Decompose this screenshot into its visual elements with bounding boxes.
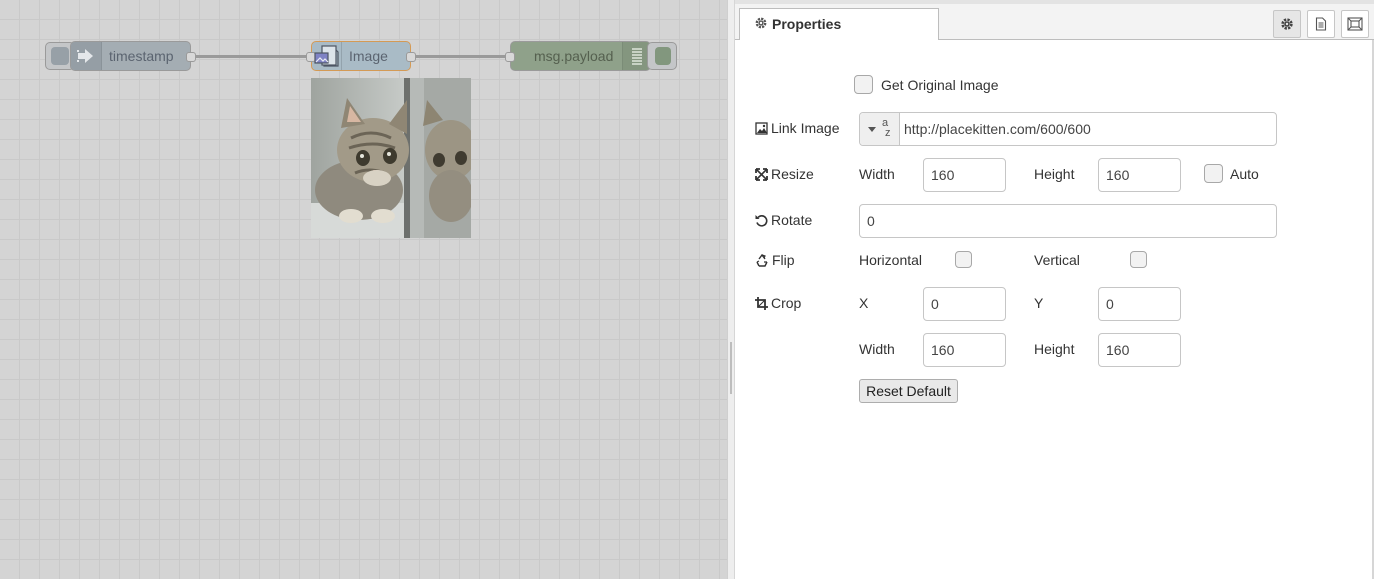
crop-height-input[interactable] (1098, 333, 1181, 367)
output-port[interactable] (186, 52, 196, 62)
image-file-icon (312, 42, 342, 70)
panel-tab-bar: Properties (735, 0, 1374, 40)
flip-vertical-label: Vertical (1034, 252, 1080, 268)
debug-node[interactable]: msg.payload (505, 41, 651, 71)
crop-height-label: Height (1034, 341, 1075, 357)
frame-icon (1347, 17, 1363, 31)
appearance-tab-button[interactable] (1341, 10, 1369, 38)
recycle-icon (756, 253, 768, 267)
input-type-selector[interactable]: a z (860, 113, 900, 145)
crop-x-input[interactable] (923, 287, 1006, 321)
crop-width-label: Width (859, 341, 895, 357)
resize-auto-checkbox[interactable] (1204, 164, 1223, 183)
inject-node-label: timestamp (109, 48, 174, 64)
splitter-grip[interactable] (730, 342, 732, 394)
image-node-label: Image (349, 48, 388, 64)
tab-properties-label: Properties (772, 16, 842, 32)
flip-label: Flip (755, 252, 795, 268)
expand-icon (755, 168, 768, 181)
link-image-label: Link Image (755, 120, 839, 136)
panel-splitter[interactable] (727, 0, 735, 579)
inject-node[interactable]: timestamp (70, 41, 196, 71)
crop-icon (755, 297, 768, 310)
document-icon (1315, 17, 1327, 31)
resize-height-label: Height (1034, 166, 1075, 182)
get-original-image-label: Get Original Image (881, 77, 999, 93)
image-node[interactable]: Image (306, 41, 416, 71)
gear-icon (755, 17, 767, 29)
picture-icon (755, 122, 768, 135)
flow-wire (191, 55, 313, 58)
flip-vertical-checkbox[interactable] (1130, 251, 1147, 268)
resize-auto-label: Auto (1230, 166, 1259, 182)
resize-height-input[interactable] (1098, 158, 1181, 192)
crop-y-input[interactable] (1098, 287, 1181, 321)
debug-toggle-button[interactable] (647, 42, 677, 70)
flip-horizontal-label: Horizontal (859, 252, 923, 268)
input-port[interactable] (505, 52, 515, 62)
rotate-icon (755, 215, 768, 227)
description-tab-button[interactable] (1307, 10, 1335, 38)
reset-default-button[interactable]: Reset Default (859, 379, 958, 403)
rotate-input[interactable] (859, 204, 1277, 238)
output-port[interactable] (406, 52, 416, 62)
get-original-image-checkbox[interactable] (854, 75, 873, 94)
flow-wire (411, 55, 512, 58)
properties-panel: Properties Get Original Image Link Image… (735, 0, 1374, 579)
caret-down-icon (868, 127, 876, 132)
resize-label: Resize (755, 166, 814, 182)
debug-node-label: msg.payload (534, 48, 614, 64)
resize-width-input[interactable] (923, 158, 1006, 192)
crop-label: Crop (755, 295, 801, 311)
settings-tab-button[interactable] (1273, 10, 1301, 38)
string-type-icon: a z (882, 117, 891, 139)
link-image-input[interactable] (901, 113, 1276, 145)
list-icon (622, 42, 650, 70)
arrow-in-icon (71, 42, 102, 70)
rotate-label: Rotate (755, 212, 812, 228)
flow-workspace[interactable]: timestamp Image msg.payload (0, 0, 727, 579)
image-preview-thumbnail (311, 78, 471, 238)
link-image-typed-input: a z (859, 112, 1277, 146)
settings-icon (1281, 18, 1293, 30)
crop-width-input[interactable] (923, 333, 1006, 367)
tab-properties[interactable]: Properties (739, 8, 939, 40)
crop-y-label: Y (1034, 295, 1044, 311)
resize-width-label: Width (859, 166, 895, 182)
crop-x-label: X (859, 295, 869, 311)
flip-horizontal-checkbox[interactable] (955, 251, 972, 268)
